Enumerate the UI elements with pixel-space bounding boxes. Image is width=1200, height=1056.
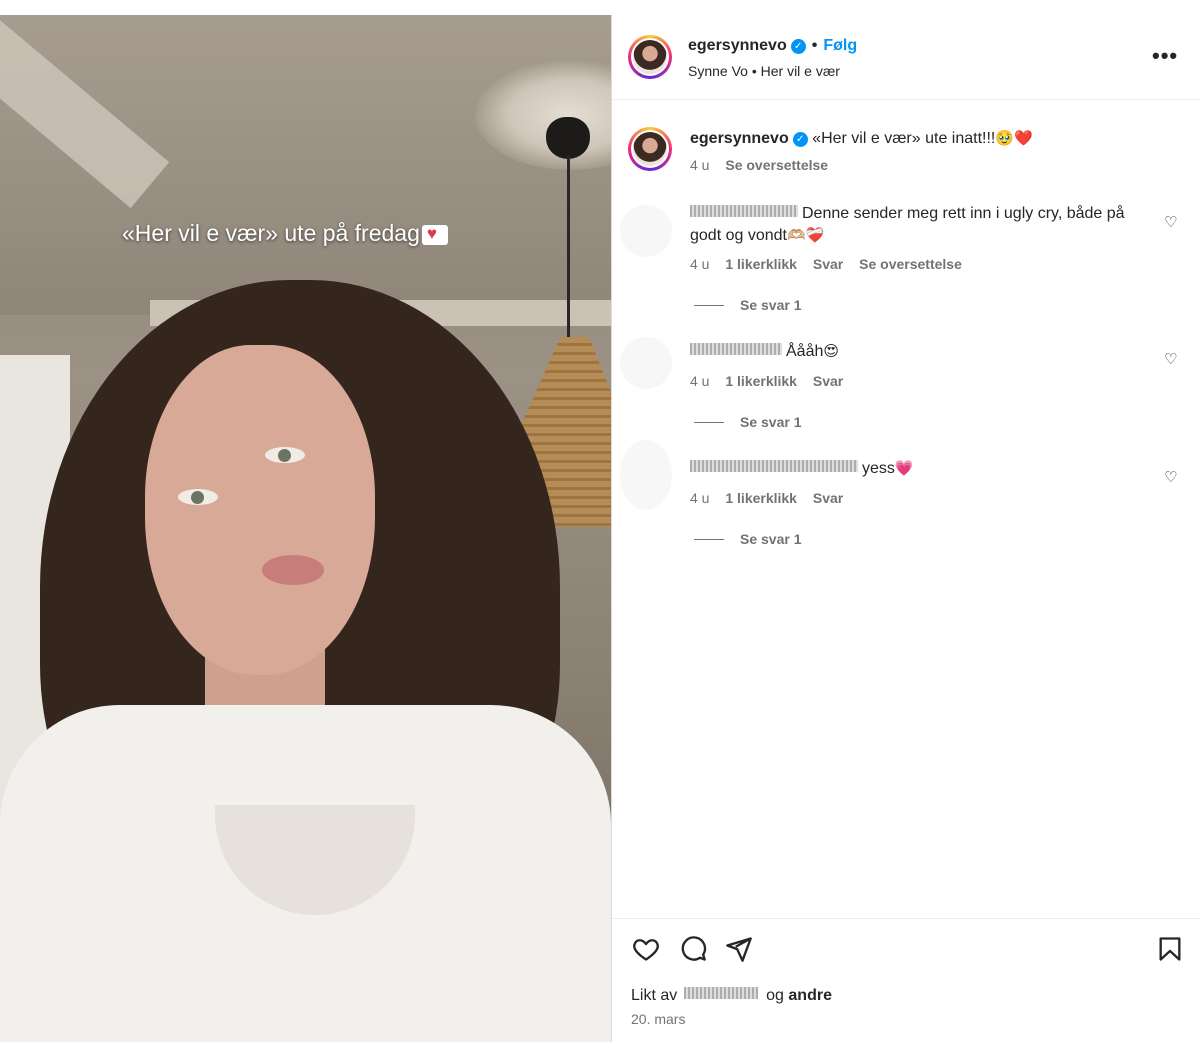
replies-line	[694, 539, 724, 540]
avatar-photo	[633, 40, 667, 74]
comment-emoji: 😍	[823, 343, 840, 360]
redacted-username[interactable]	[683, 987, 758, 999]
comment-bubble-icon[interactable]	[679, 935, 707, 963]
bookmark-save-icon[interactable]	[1156, 935, 1184, 963]
comment-text: Denne sender meg rett inn i ugly cry, bå…	[690, 203, 1160, 247]
comment-time[interactable]: 4 u	[690, 490, 709, 506]
caption-meta: 4 u Se oversettelse	[690, 157, 828, 173]
verified-badge-icon: ✓	[792, 132, 808, 147]
comment-body: yess	[862, 460, 895, 477]
post-actions: Likt av og andre 20. mars	[612, 918, 1200, 1043]
comment-meta: 4 u 1 likerklikk Svar	[690, 490, 843, 506]
replies-line	[694, 422, 724, 423]
more-options-icon[interactable]: •••	[1152, 43, 1178, 69]
comment-avatar[interactable]	[620, 205, 672, 257]
comment-avatar[interactable]	[620, 337, 672, 389]
post-header: egersynnevo ✓ • Følg Synne Vo • Her vil e v…	[612, 15, 1200, 100]
overlay-text-label: «Her vil e vær» ute på fredag	[122, 220, 420, 246]
comment-text: Åååh😍	[690, 341, 1160, 363]
heart-emoji-icon	[421, 224, 448, 245]
caption-line: egersynnevo ✓ «Her vil e vær» ute inatt!!…	[690, 129, 1033, 148]
comment-likes[interactable]: 1 likerklikk	[725, 490, 797, 506]
follow-button[interactable]: Følg	[823, 37, 857, 54]
left-eye	[178, 489, 218, 505]
liked-by-prefix: Likt av	[631, 987, 678, 1004]
like-comment-heart-icon[interactable]: ♡	[1164, 350, 1180, 368]
redacted-username	[690, 343, 782, 355]
liked-by-line: Likt av og andre	[631, 987, 832, 1005]
view-replies-button[interactable]: Se svar 1	[694, 531, 802, 547]
lips	[262, 555, 324, 585]
view-replies-label: Se svar 1	[740, 531, 802, 547]
comment-emoji: 💗	[894, 460, 914, 477]
comment-reply-button[interactable]: Svar	[813, 490, 843, 506]
replies-line	[694, 305, 724, 306]
view-replies-label: Se svar 1	[740, 414, 802, 430]
view-replies-button[interactable]: Se svar 1	[694, 297, 802, 313]
instagram-post: «Her vil e vær» ute på fredag egersynnev…	[0, 15, 1200, 1042]
comment-time[interactable]: 4 u	[690, 373, 709, 389]
comment-translate-link[interactable]: Se oversettelse	[859, 256, 962, 272]
header-username[interactable]: egersynnevo	[688, 37, 787, 54]
caption-username[interactable]: egersynnevo	[690, 130, 789, 147]
comment-meta: 4 u 1 likerklikk Svar	[690, 373, 843, 389]
view-replies-label: Se svar 1	[740, 297, 802, 313]
caption-avatar[interactable]	[628, 127, 672, 171]
comment-meta: 4 u 1 likerklikk Svar Se oversettelse	[690, 256, 962, 272]
view-replies-button[interactable]: Se svar 1	[694, 414, 802, 430]
comment-likes[interactable]: 1 likerklikk	[725, 256, 797, 272]
caption-text: «Her vil e vær» ute inatt!!!	[812, 130, 996, 147]
redacted-username	[690, 460, 858, 472]
comment-text: yess💗	[690, 458, 1160, 480]
comment-emoji: 🫶🏼❤️‍🩹	[786, 227, 825, 244]
redacted-username	[690, 205, 798, 217]
header-subtitle[interactable]: Synne Vo • Her vil e vær	[688, 63, 840, 79]
like-comment-heart-icon[interactable]: ♡	[1164, 213, 1180, 231]
comment-reply-button[interactable]: Svar	[813, 256, 843, 272]
avatar[interactable]	[628, 35, 672, 79]
comment-time[interactable]: 4 u	[690, 256, 709, 272]
caption-emoji: 🥹❤️	[995, 130, 1033, 147]
caption-translate-link[interactable]: Se oversettelse	[725, 157, 828, 173]
comment-avatar[interactable]	[620, 440, 672, 510]
comments-panel: egersynnevo ✓ • Følg Synne Vo • Her vil e v…	[612, 15, 1200, 1042]
video-overlay-text: «Her vil e vær» ute på fredag	[122, 220, 448, 247]
comment-body: Åååh	[786, 343, 824, 360]
caption-time[interactable]: 4 u	[690, 157, 709, 173]
lamp-cord	[567, 155, 570, 345]
avatar-photo	[633, 132, 667, 166]
comment-likes[interactable]: 1 likerklikk	[725, 373, 797, 389]
post-date[interactable]: 20. mars	[631, 1011, 685, 1027]
verified-badge-icon: ✓	[790, 39, 806, 54]
header-username-row: egersynnevo ✓ • Følg	[688, 37, 857, 55]
liked-by-others-link[interactable]: andre	[788, 987, 832, 1004]
share-paper-plane-icon[interactable]	[725, 935, 753, 963]
liked-by-suffix: og	[766, 987, 784, 1004]
right-eye	[265, 447, 305, 463]
like-heart-icon[interactable]	[632, 935, 660, 963]
post-media[interactable]: «Her vil e vær» ute på fredag	[0, 15, 611, 1042]
like-comment-heart-icon[interactable]: ♡	[1164, 468, 1180, 486]
lamp-socket	[546, 117, 590, 159]
separator-dot: •	[811, 37, 818, 54]
comment-reply-button[interactable]: Svar	[813, 373, 843, 389]
face	[145, 345, 375, 675]
